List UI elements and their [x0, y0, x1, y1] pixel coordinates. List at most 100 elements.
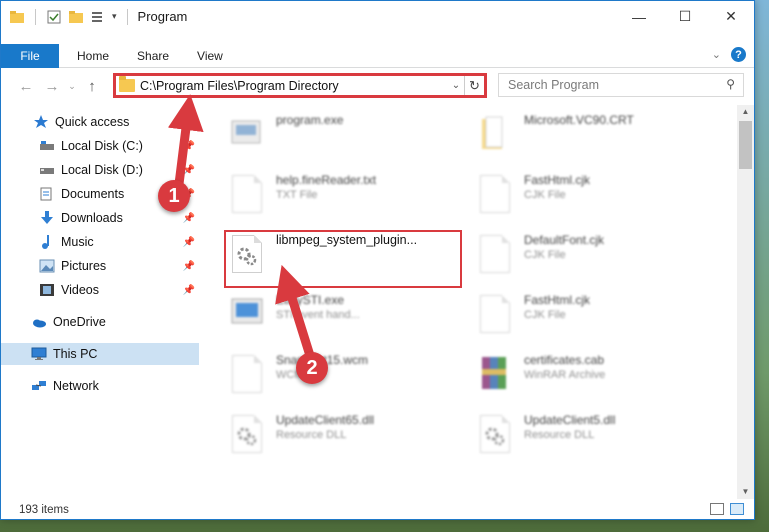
- file-list: program.exe Microsoft.VC90.CRT help.fine…: [206, 105, 736, 495]
- list-item[interactable]: FastHtml.cjk CJK File: [478, 293, 718, 347]
- details-view-icon[interactable]: [710, 503, 724, 515]
- pin-icon[interactable]: 📌: [183, 237, 195, 248]
- recent-locations-icon[interactable]: ⌄: [65, 81, 79, 92]
- tab-share[interactable]: Share: [123, 49, 183, 63]
- sidebar-item-label: Music: [61, 235, 94, 249]
- pin-icon[interactable]: 📌: [183, 165, 195, 176]
- sidebar-item-onedrive[interactable]: OneDrive: [1, 311, 199, 333]
- list-item[interactable]: certificates.cab WinRAR Archive: [478, 353, 718, 407]
- dll-gear-icon: [230, 413, 264, 455]
- sidebar-item-label: Pictures: [61, 259, 107, 273]
- status-bar: 193 items: [1, 499, 754, 519]
- list-item[interactable]: DefaultFont.cjk CJK File: [478, 233, 718, 287]
- sidebar-item-label: Videos: [61, 283, 99, 297]
- sidebar-item-music[interactable]: Music 📌: [1, 231, 199, 253]
- large-icons-view-icon[interactable]: [730, 503, 744, 515]
- folder-icon: [10, 10, 24, 23]
- close-button[interactable]: ✕: [708, 1, 754, 32]
- tab-file[interactable]: File: [1, 43, 59, 68]
- properties-icon[interactable]: [46, 9, 62, 25]
- file-type: CJK File: [524, 189, 566, 201]
- exe-icon: [230, 293, 264, 335]
- list-item[interactable]: Snapshot15.wcm WCM File: [230, 353, 470, 407]
- scroll-down-icon[interactable]: ▼: [737, 485, 754, 499]
- maximize-button[interactable]: ☐: [662, 1, 708, 32]
- file-type: WinRAR Archive: [524, 369, 606, 381]
- file-name: EasySTI.exe: [276, 293, 345, 307]
- sidebar-item-local-disk-d[interactable]: Local Disk (D:) 📌: [1, 159, 199, 181]
- view-toggle: [710, 503, 744, 515]
- file-icon: [478, 293, 512, 335]
- scroll-up-icon[interactable]: ▲: [737, 105, 754, 119]
- list-item[interactable]: Microsoft.VC90.CRT: [478, 113, 718, 167]
- pin-icon[interactable]: 📌: [183, 213, 195, 224]
- list-item[interactable]: EasySTI.exe STI event hand...: [230, 293, 470, 347]
- sidebar-item-this-pc[interactable]: This PC: [1, 343, 199, 365]
- new-folder-icon[interactable]: [68, 9, 84, 25]
- sidebar-item-label: Downloads: [61, 211, 123, 225]
- window-controls: — ☐ ✕: [616, 1, 754, 32]
- search-input[interactable]: Search Program ⚲: [498, 73, 744, 97]
- tab-view[interactable]: View: [183, 49, 237, 63]
- search-placeholder: Search Program: [508, 78, 600, 92]
- file-type: CJK File: [524, 309, 566, 321]
- help-icon[interactable]: ?: [731, 47, 746, 62]
- back-arrow-icon[interactable]: ←: [13, 78, 39, 95]
- list-item[interactable]: FastHtml.cjk CJK File: [478, 173, 718, 227]
- list-item[interactable]: help.fineReader.txt TXT File: [230, 173, 470, 227]
- chevron-down-icon[interactable]: ⌄: [448, 80, 464, 91]
- vertical-scrollbar[interactable]: ▲ ▼: [737, 105, 754, 499]
- list-item[interactable]: program.exe: [230, 113, 470, 167]
- network-icon: [32, 381, 46, 390]
- file-name: DefaultFont.cjk: [524, 233, 605, 247]
- step-1-badge: 1: [158, 180, 190, 212]
- pictures-icon: [39, 259, 55, 273]
- file-type: STI event hand...: [276, 309, 360, 321]
- sidebar-item-label: OneDrive: [53, 315, 106, 329]
- pin-icon[interactable]: 📌: [183, 285, 195, 296]
- customize-toolbar-icon[interactable]: [90, 9, 106, 25]
- file-type: TXT File: [276, 189, 318, 201]
- list-item[interactable]: UpdateClient65.dll Resource DLL: [230, 413, 470, 467]
- minimize-button[interactable]: —: [616, 1, 662, 32]
- file-type: Resource DLL: [276, 429, 347, 441]
- dll-gear-icon: [478, 413, 512, 455]
- cloud-icon: [33, 319, 46, 328]
- chevron-down-icon[interactable]: ⌄: [712, 48, 721, 61]
- file-name: program.exe: [276, 113, 344, 127]
- chevron-down-icon[interactable]: ▾: [112, 11, 117, 22]
- forward-arrow-icon[interactable]: →: [39, 78, 65, 95]
- tab-home[interactable]: Home: [59, 49, 123, 63]
- sidebar-item-network[interactable]: Network: [1, 375, 199, 397]
- sidebar-item-pictures[interactable]: Pictures 📌: [1, 255, 199, 277]
- up-arrow-icon[interactable]: ↑: [79, 78, 105, 95]
- search-icon[interactable]: ⚲: [726, 77, 735, 91]
- sidebar-item-local-disk-c[interactable]: Local Disk (C:) 📌: [1, 135, 199, 157]
- pin-icon[interactable]: 📌: [183, 261, 195, 272]
- list-item[interactable]: UpdateClient5.dll Resource DLL: [478, 413, 718, 467]
- download-icon: [41, 211, 53, 224]
- navigation-pane: Quick access Local Disk (C:) 📌 Local Dis…: [1, 109, 201, 494]
- exe-icon: [230, 113, 264, 155]
- explorer-window: ▾ Program — ☐ ✕ File Home Share View ⌄ ?…: [0, 0, 755, 520]
- navigation-bar: ← → ⌄ ↑ C:\Program Files\Program Directo…: [1, 68, 754, 104]
- videos-icon: [40, 284, 54, 296]
- file-icon: [478, 233, 512, 275]
- drive-icon: [40, 168, 54, 174]
- address-bar[interactable]: C:\Program Files\Program Directory ⌄ ↻: [113, 73, 487, 98]
- sidebar-item-videos[interactable]: Videos 📌: [1, 279, 199, 301]
- pin-icon[interactable]: 📌: [183, 141, 195, 152]
- ribbon-right: ⌄ ?: [712, 47, 746, 62]
- scroll-thumb[interactable]: [739, 121, 752, 169]
- sidebar-item-label: Network: [53, 379, 99, 393]
- star-icon: [34, 115, 48, 128]
- refresh-icon[interactable]: ↻: [464, 76, 484, 95]
- archive-icon: [478, 353, 512, 395]
- file-icon: [478, 173, 512, 215]
- documents-icon: [40, 187, 52, 201]
- window-title: Program: [137, 9, 188, 24]
- file-icon: [230, 353, 264, 395]
- file-name: Microsoft.VC90.CRT: [524, 113, 634, 127]
- sidebar-item-quick-access[interactable]: Quick access: [1, 111, 199, 133]
- address-path[interactable]: C:\Program Files\Program Directory: [140, 79, 448, 93]
